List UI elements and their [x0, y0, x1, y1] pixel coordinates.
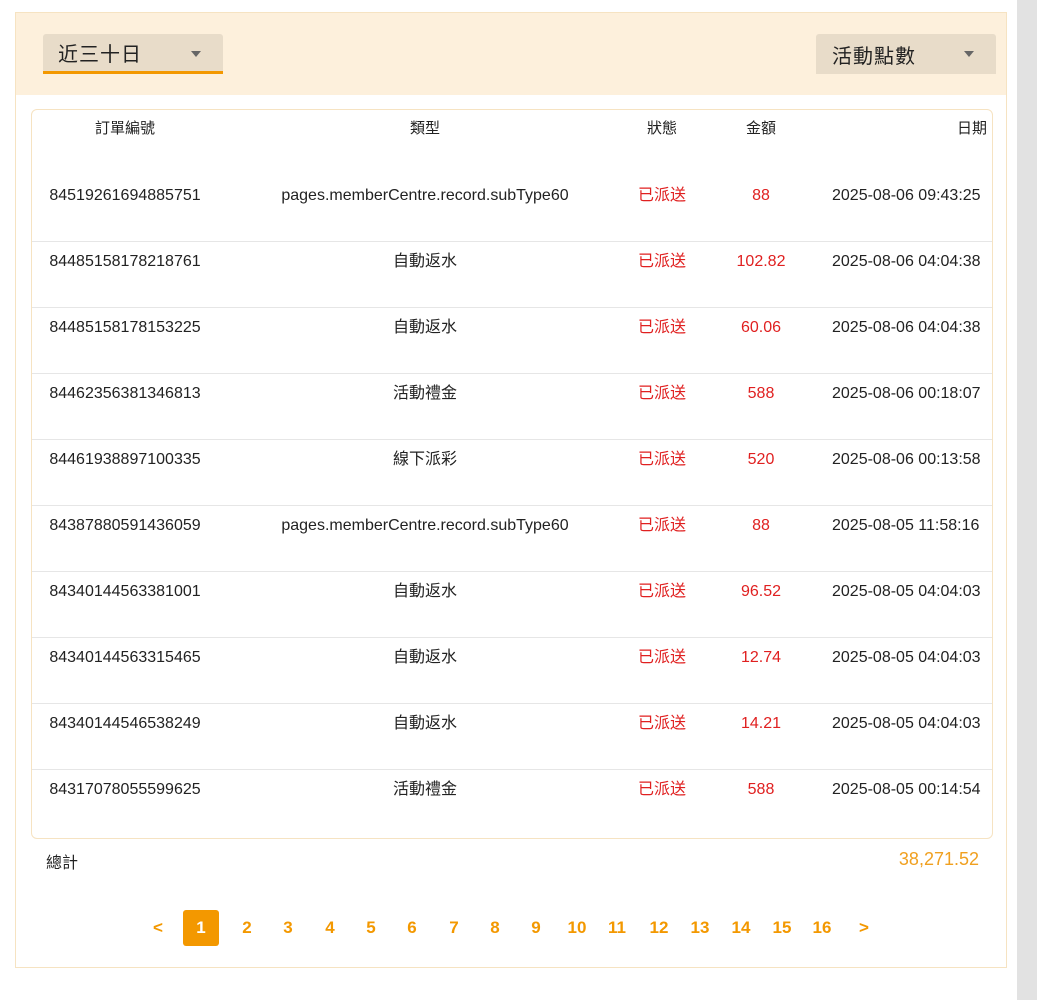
cell-order-id: 84462356381346813 — [49, 385, 201, 402]
cell-status: 已派送 — [637, 319, 686, 336]
cell-amount: 96.52 — [740, 583, 782, 600]
table-row: 84461938897100335 線下派彩 已派送 520 2025-08-06 00… — [32, 440, 992, 506]
cell-status: 已派送 — [637, 649, 686, 666]
cell-amount: 14.21 — [740, 715, 782, 732]
cell-amount: 102.82 — [736, 253, 786, 270]
cell-type: pages.memberCentre.record.subType60 — [281, 187, 569, 204]
page-4-button[interactable]: 4 — [315, 908, 345, 948]
cell-amount: 88 — [752, 517, 770, 534]
table-row: 84462356381346813 活動禮金 已派送 588 2025-08-06 00… — [32, 374, 992, 440]
cell-order-id: 84340144546538249 — [49, 715, 201, 732]
page-11-button[interactable]: 11 — [602, 908, 632, 948]
cell-amount: 88 — [752, 187, 770, 204]
header-status: 狀態 — [646, 120, 677, 137]
cell-status: 已派送 — [637, 715, 686, 732]
page-6-button[interactable]: 6 — [397, 908, 427, 948]
table-row: 84485158178153225 自動返水 已派送 60.06 2025-08-06 … — [32, 308, 992, 374]
table-row: 84387880591436059 pages.memberCentre.reco… — [32, 506, 992, 572]
cell-order-id: 84387880591436059 — [49, 517, 201, 534]
header-date: 日期 — [956, 120, 987, 137]
page-8-button[interactable]: 8 — [480, 908, 510, 948]
prev-page-button[interactable]: < — [148, 908, 168, 948]
cell-order-id: 84461938897100335 — [49, 451, 201, 468]
pagination: < 1 2 3 4 5 6 7 8 9 10 11 12 13 14 15 16 > — [16, 908, 1006, 948]
table-row: 84340144563381001 自動返水 已派送 96.52 2025-08-05 … — [32, 572, 992, 638]
cell-date: 2025-08-05 11:58:16 — [832, 517, 980, 534]
caret-down-icon — [964, 51, 974, 57]
cell-date: 2025-08-06 09:43:25 — [832, 187, 981, 204]
type-dropdown-label: 活動點數 — [832, 45, 916, 68]
page-12-button[interactable]: 12 — [644, 908, 674, 948]
cell-order-id: 84340144563315465 — [49, 649, 201, 666]
cell-type: 自動返水 — [392, 253, 457, 270]
table-row: 84485158178218761 自動返水 已派送 102.82 2025-08-06… — [32, 242, 992, 308]
cell-amount: 520 — [747, 451, 775, 468]
cell-type: pages.memberCentre.record.subType60 — [281, 517, 569, 534]
header-order-id: 訂單編號 — [94, 120, 155, 137]
table-row: 84340144563315465 自動返水 已派送 12.74 2025-08-05 … — [32, 638, 992, 704]
cell-order-id: 84340144563381001 — [49, 583, 201, 600]
cell-order-id: 84485158178153225 — [49, 319, 201, 336]
page-5-button[interactable]: 5 — [356, 908, 386, 948]
cell-order-id: 84317078055599625 — [49, 781, 201, 798]
cell-date: 2025-08-06 00:18:07 — [832, 385, 981, 402]
page-7-button[interactable]: 7 — [439, 908, 469, 948]
page-3-button[interactable]: 3 — [273, 908, 303, 948]
period-dropdown-label: 近三十日 — [58, 44, 142, 66]
page-13-button[interactable]: 13 — [685, 908, 715, 948]
records-table: 訂單編號 類型 狀態 金額 日期 84519261694885751 pages.… — [31, 109, 993, 839]
scrollbar[interactable] — [1017, 0, 1037, 1000]
page-9-button[interactable]: 9 — [521, 908, 551, 948]
total-label: 總計 — [46, 855, 79, 872]
type-dropdown[interactable]: 活動點數 — [816, 34, 996, 74]
cell-status: 已派送 — [637, 385, 686, 402]
cell-type: 自動返水 — [392, 583, 457, 600]
cell-type: 線下派彩 — [392, 451, 457, 468]
cell-date: 2025-08-05 04:04:03 — [832, 583, 981, 600]
cell-status: 已派送 — [637, 781, 686, 798]
cell-date: 2025-08-05 00:14:54 — [832, 781, 981, 798]
next-page-button[interactable]: > — [854, 908, 874, 948]
table-row: 84317078055599625 活動禮金 已派送 588 2025-08-05 00… — [32, 770, 992, 836]
cell-date: 2025-08-05 04:04:03 — [832, 715, 981, 732]
cell-date: 2025-08-06 00:13:58 — [832, 451, 981, 468]
cell-type: 活動禮金 — [392, 781, 457, 798]
header-amount: 金額 — [745, 120, 776, 137]
cell-status: 已派送 — [637, 451, 686, 468]
table-row: 84519261694885751 pages.memberCentre.reco… — [32, 176, 992, 242]
period-dropdown[interactable]: 近三十日 — [43, 34, 223, 74]
cell-status: 已派送 — [637, 187, 686, 204]
cell-date: 2025-08-06 04:04:38 — [832, 319, 981, 336]
record-panel: 近三十日 活動點數 訂單編號 類型 狀態 金額 日期 8451926169488… — [15, 12, 1007, 968]
cell-date: 2025-08-05 04:04:03 — [832, 649, 981, 666]
cell-type: 自動返水 — [392, 319, 457, 336]
page-1-button[interactable]: 1 — [183, 910, 219, 946]
cell-amount: 60.06 — [740, 319, 782, 336]
cell-amount: 12.74 — [740, 649, 782, 666]
page-2-button[interactable]: 2 — [232, 908, 262, 948]
cell-status: 已派送 — [637, 583, 686, 600]
cell-date: 2025-08-06 04:04:38 — [832, 253, 981, 270]
cell-amount: 588 — [747, 781, 775, 798]
page-15-button[interactable]: 15 — [767, 908, 797, 948]
caret-down-icon — [191, 51, 201, 57]
table-header: 訂單編號 類型 狀態 金額 日期 — [32, 110, 992, 176]
cell-amount: 588 — [747, 385, 775, 402]
cell-type: 活動禮金 — [392, 385, 457, 402]
cell-status: 已派送 — [637, 517, 686, 534]
page-10-button[interactable]: 10 — [562, 908, 592, 948]
cell-status: 已派送 — [637, 253, 686, 270]
cell-type: 自動返水 — [392, 715, 457, 732]
cell-order-id: 84485158178218761 — [49, 253, 201, 270]
page-16-button[interactable]: 16 — [807, 908, 837, 948]
cell-order-id: 84519261694885751 — [49, 187, 201, 204]
page-14-button[interactable]: 14 — [726, 908, 756, 948]
cell-type: 自動返水 — [392, 649, 457, 666]
filter-bar: 近三十日 活動點數 — [16, 13, 1006, 95]
total-value: 38,271.52 — [898, 849, 979, 869]
header-type: 類型 — [409, 120, 440, 137]
table-row: 84340144546538249 自動返水 已派送 14.21 2025-08-05 … — [32, 704, 992, 770]
